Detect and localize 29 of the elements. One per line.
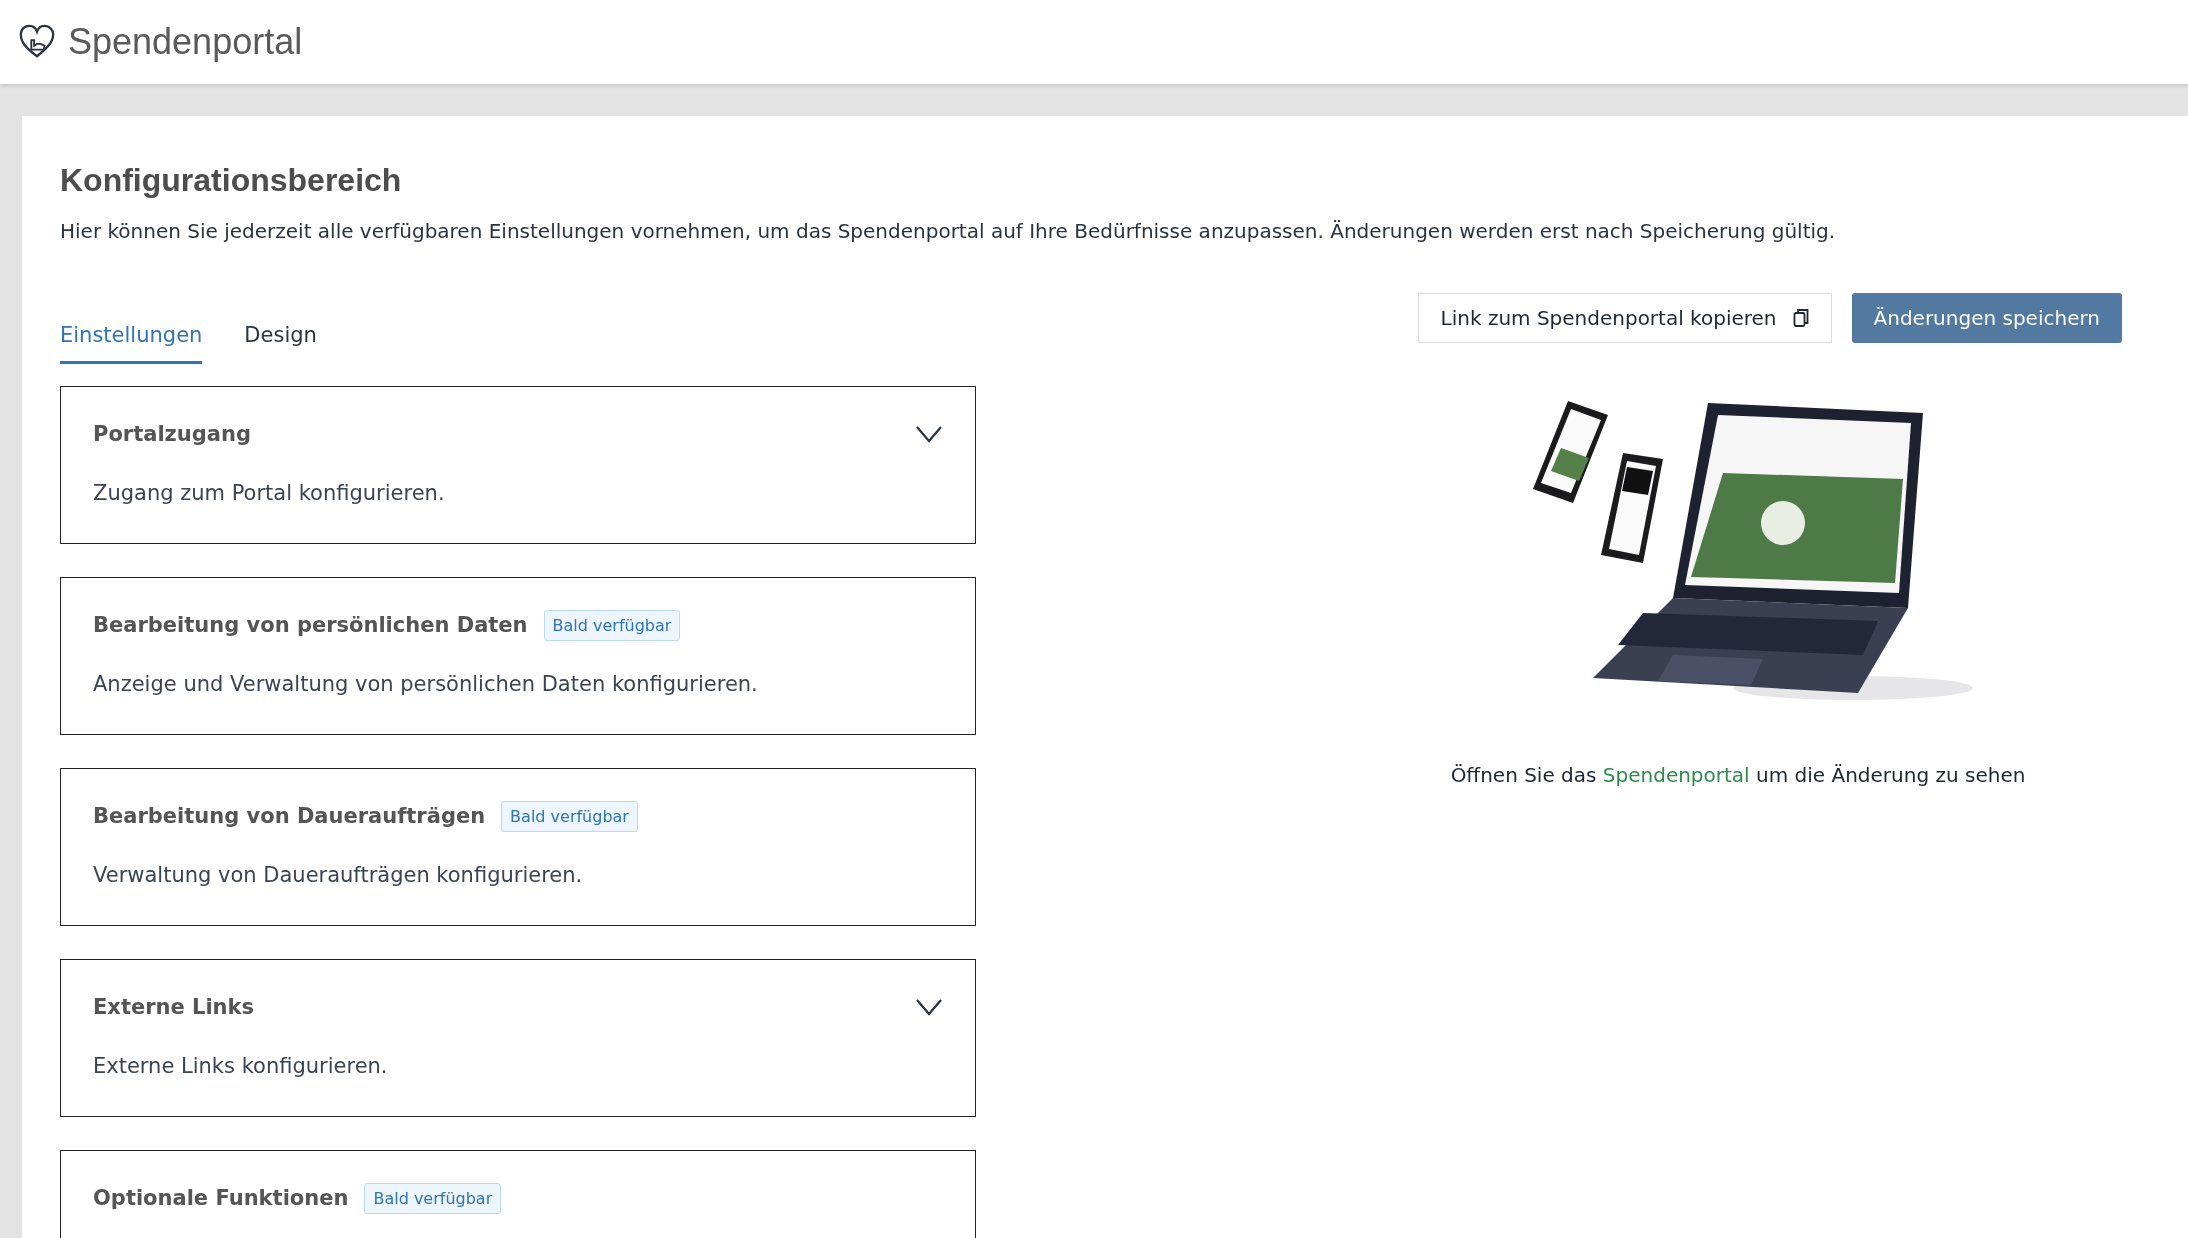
copy-icon bbox=[1792, 308, 1809, 328]
card-title: Optionale Funktionen bbox=[93, 1186, 349, 1210]
status-badge: Bald verfügbar bbox=[364, 1182, 502, 1214]
save-button[interactable]: Änderungen speichern bbox=[1851, 293, 2122, 343]
card-title: Externe Links bbox=[93, 995, 255, 1019]
card-title: Bearbeitung von Daueraufträgen bbox=[93, 804, 486, 828]
settings-card[interactable]: Bearbeitung von persönlichen Daten Bald verfügbar Anzeige und Verwaltung von persönlichen Daten konfigurieren. bbox=[60, 577, 976, 735]
status-badge: Bald verfügbar bbox=[543, 609, 681, 641]
app-title: Spendenportal bbox=[68, 21, 303, 63]
card-title: Bearbeitung von persönlichen Daten bbox=[93, 613, 528, 637]
card-description: Externe Links konfigurieren. bbox=[93, 1054, 389, 1078]
status-badge: Bald verfügbar bbox=[501, 800, 638, 832]
portal-link[interactable]: Spendenportal bbox=[1602, 763, 1750, 787]
tab[interactable]: Einstellungen bbox=[60, 323, 203, 364]
settings-card[interactable]: Bearbeitung von Daueraufträgen Bald verfügbar Verwaltung von Daueraufträgen konfigurieren. bbox=[60, 768, 976, 926]
card-description: Zugang zum Portal konfigurieren. bbox=[93, 481, 446, 505]
card-description: Anzeige und Verwaltung von persönlichen Daten konfigurieren. bbox=[93, 672, 759, 696]
settings-card[interactable]: Externe Links Externe Links konfigurieren. bbox=[60, 959, 976, 1117]
preview-caption: Öffnen Sie das Spendenportal um die Änderung zu sehen bbox=[1450, 763, 2026, 787]
card-description: Verwaltung von Daueraufträgen konfigurieren. bbox=[93, 863, 584, 887]
settings-card[interactable]: Optionale Funktionen Bald verfügbar bbox=[60, 1150, 976, 1238]
chevron-down-icon[interactable] bbox=[915, 998, 943, 1016]
tab[interactable]: Design bbox=[244, 323, 317, 364]
copy-link-button[interactable]: Link zum Spendenportal kopieren bbox=[1417, 293, 1832, 343]
chevron-down-icon[interactable] bbox=[915, 425, 943, 443]
page-description: Hier können Sie jederzeit alle verfügbaren Einstellungen vornehmen, um das Spendenportal auf Ihre Bedürfnisse anzupassen. Änderungen werden erst nach Speicherung gültig. bbox=[60, 219, 1837, 243]
settings-card[interactable]: Portalzugang Zugang zum Portal konfigurieren. bbox=[60, 386, 976, 544]
card-title: Portalzugang bbox=[93, 422, 251, 446]
page-title: Konfigurationsbereich bbox=[60, 162, 403, 199]
